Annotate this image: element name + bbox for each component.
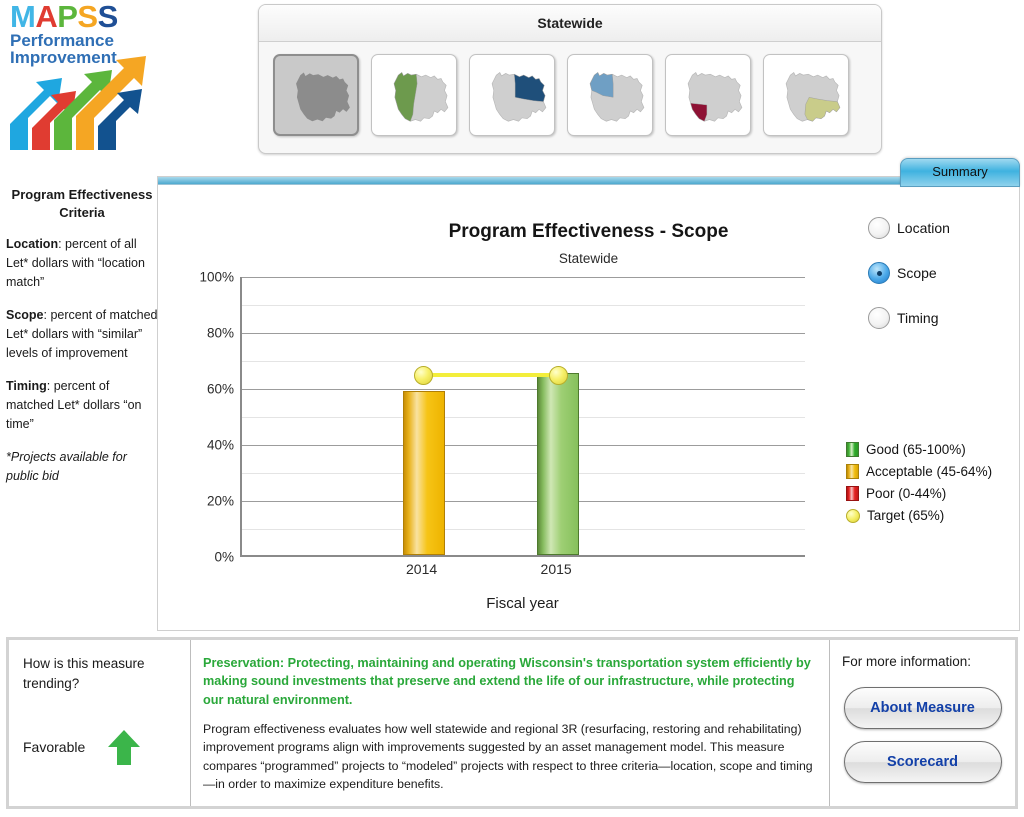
trend-section: How is this measure trending? Favorable: [9, 640, 191, 806]
measure-description: Program effectiveness evaluates how well…: [203, 722, 813, 791]
logo-letter-m: M: [10, 0, 36, 34]
logo-letter-a: A: [35, 0, 58, 34]
goal-statement: Preservation: Protecting, maintaining an…: [203, 656, 811, 707]
radio-location-icon[interactable]: [868, 217, 890, 239]
plot-canvas: [240, 277, 805, 557]
panel-top-accent-bar: [158, 177, 1019, 185]
legend-label-acceptable: Acceptable (45-64%): [866, 464, 993, 479]
region-thumb-northwest-region[interactable]: [371, 54, 457, 136]
y-tick-100%: 100%: [199, 269, 234, 285]
trend-result: Favorable: [23, 728, 173, 766]
y-axis-tick-labels: 0% 20% 40% 60% 80% 100%: [188, 270, 238, 565]
x-axis-title: Fiscal year: [486, 595, 559, 612]
criteria-sidebar: Program Effectiveness Criteria Location:…: [6, 186, 158, 500]
more-information-section: For more information: About Measure Scor…: [829, 640, 1015, 806]
target-line: [423, 373, 559, 377]
mapss-dashboard: MAPSS Performance Improvement Statewide …: [0, 0, 1024, 817]
logo-letter-s1: S: [77, 0, 98, 34]
x-tick-2015: 2015: [540, 561, 572, 577]
gridline-minor: [242, 473, 805, 474]
trend-value: Favorable: [23, 739, 86, 755]
radio-option-scope[interactable]: Scope: [868, 262, 1008, 284]
region-thumb-north-central-region[interactable]: [567, 54, 653, 136]
legend-swatch-target-icon: [846, 508, 860, 523]
logo-letter-s2: S: [97, 0, 119, 34]
legend-item-target: Target (65%): [846, 508, 1021, 523]
legend-swatch-acceptable-icon: [846, 464, 859, 479]
region-thumb-statewide[interactable]: [273, 54, 359, 136]
measure-description-section: Preservation: Protecting, maintaining an…: [191, 640, 829, 806]
radio-label-scope: Scope: [897, 265, 937, 281]
y-tick-40%: 40%: [206, 437, 234, 453]
region-selector: Statewide: [258, 4, 882, 154]
gridline-minor: [242, 529, 805, 530]
logo-subtitle-line1: Performance: [10, 31, 114, 50]
bar-fill: [537, 373, 580, 555]
bar-2015: [537, 373, 580, 555]
radio-option-location[interactable]: Location: [868, 217, 1008, 239]
info-panel: How is this measure trending? Favorable …: [6, 637, 1018, 809]
criteria-item-location: Location: percent of all Let* dollars wi…: [6, 235, 158, 292]
gridline-minor: [242, 361, 805, 362]
legend-item-good: Good (65-100%): [846, 442, 1021, 457]
x-tick-2014: 2014: [406, 561, 438, 577]
y-tick-20%: 20%: [206, 493, 234, 509]
target-marker-2014: [414, 365, 434, 385]
radio-label-timing: Timing: [897, 310, 939, 326]
chart-panel: Program Effectiveness - Scope Statewide …: [157, 176, 1020, 631]
y-tick-0%: 0%: [214, 549, 234, 565]
chart-legend: Good (65-100%) Acceptable (45-64%) Poor (0…: [846, 442, 1021, 530]
more-information-label: For more information:: [842, 654, 972, 669]
measure-radio-group: Location Scope Timing: [868, 217, 1008, 352]
gridline-major: [242, 333, 805, 334]
x-axis-tick-labels: 2014 2015: [240, 561, 805, 583]
region-selector-title: Statewide: [259, 5, 881, 42]
criteria-term-scope: Scope: [6, 308, 44, 323]
criteria-item-scope: Scope: percent of matched Let* dollars w…: [6, 306, 158, 363]
gridline-major: [242, 277, 805, 278]
logo-wordmark: MAPSS: [10, 0, 176, 34]
gridline-major: [242, 389, 805, 390]
region-thumbnail-list: [259, 42, 881, 136]
bar-2014: [402, 391, 445, 555]
tab-summary[interactable]: Summary: [900, 158, 1020, 187]
radio-option-timing[interactable]: Timing: [868, 307, 1008, 329]
about-measure-button[interactable]: About Measure: [843, 687, 1002, 729]
radio-scope-icon[interactable]: [868, 262, 890, 284]
y-tick-80%: 80%: [206, 325, 234, 341]
target-marker-2015: [548, 365, 568, 385]
scorecard-button[interactable]: Scorecard: [843, 741, 1002, 783]
legend-item-acceptable: Acceptable (45-64%): [846, 464, 1021, 479]
criteria-term-timing: Timing: [6, 379, 47, 394]
legend-swatch-good-icon: [846, 442, 859, 457]
gridline-minor: [242, 305, 805, 306]
legend-item-poor: Poor (0-44%): [846, 486, 1021, 501]
rising-arrows-icon: [10, 56, 146, 150]
criteria-footnote: *Projects available for public bid: [6, 450, 127, 484]
region-thumb-northeast-region[interactable]: [469, 54, 555, 136]
criteria-term-location: Location: [6, 237, 59, 252]
radio-label-location: Location: [897, 220, 950, 236]
gridline-major: [242, 501, 805, 502]
region-thumb-southwest-region[interactable]: [665, 54, 751, 136]
bar-fill: [402, 391, 445, 555]
y-tick-60%: 60%: [206, 381, 234, 397]
gridline-minor: [242, 417, 805, 418]
criteria-item-timing: Timing: percent of matched Let* dollars …: [6, 377, 158, 434]
gridline-major: [242, 445, 805, 446]
mapss-logo: MAPSS Performance Improvement: [6, 0, 176, 157]
criteria-heading: Program Effectiveness Criteria: [11, 187, 153, 220]
logo-letter-p: P: [57, 0, 78, 34]
legend-label-poor: Poor (0-44%): [866, 486, 947, 501]
chart-plot-area: 0% 20% 40% 60% 80% 100% 2014 2015 Fiscal year: [188, 270, 808, 612]
region-thumb-southeast-region[interactable]: [763, 54, 849, 136]
trend-up-arrow-icon: [108, 730, 141, 765]
trend-question: How is this measure trending?: [23, 656, 145, 691]
legend-label-target: Target (65%): [867, 508, 945, 523]
legend-swatch-poor-icon: [846, 486, 859, 501]
legend-label-good: Good (65-100%): [866, 442, 966, 457]
radio-timing-icon[interactable]: [868, 307, 890, 329]
